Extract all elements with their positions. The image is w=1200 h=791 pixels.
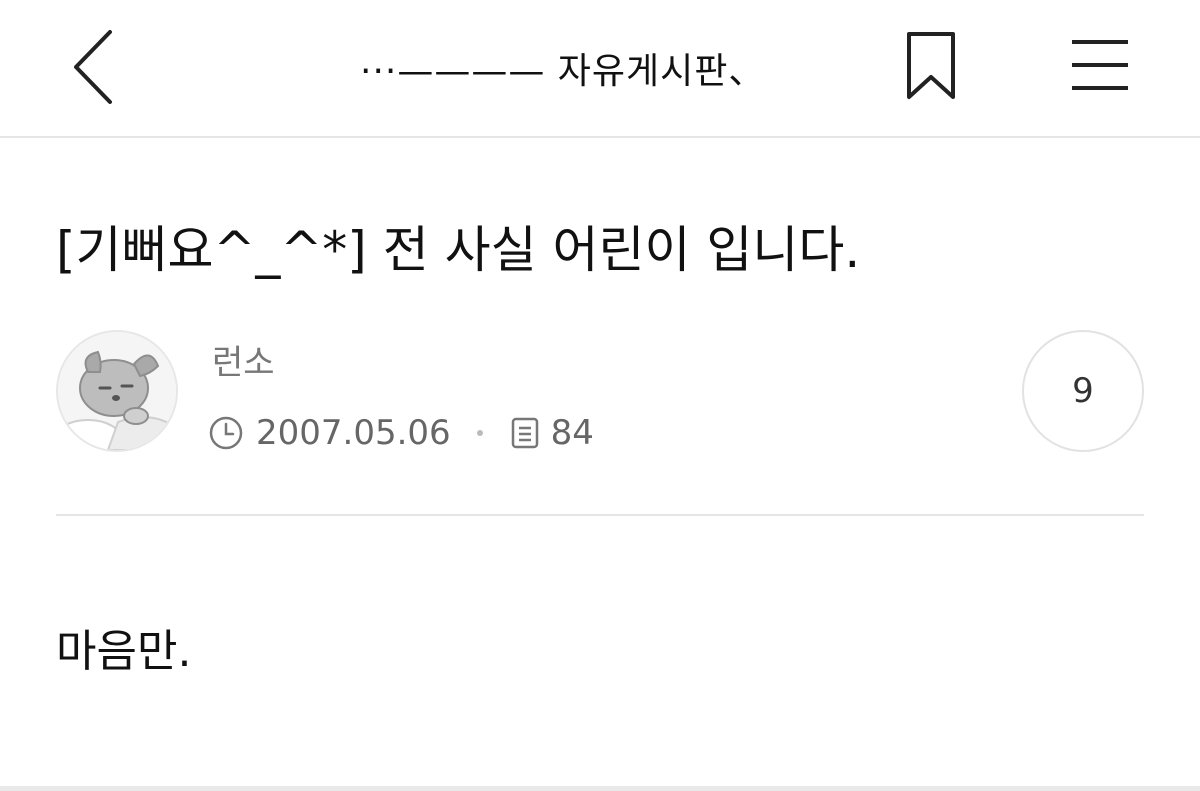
bottom-edge — [0, 786, 1200, 791]
view-count: 84 — [550, 413, 594, 453]
clock-icon — [208, 415, 244, 451]
avatar-dog-illustration — [58, 332, 176, 450]
menu-button[interactable] — [1062, 32, 1138, 98]
bookmark-icon — [907, 32, 955, 99]
post-meta: 2007.05.06 84 — [208, 408, 594, 458]
top-app-bar: ···———— 자유게시판、 — [0, 0, 1200, 138]
chevron-left-icon — [74, 30, 112, 104]
post-date: 2007.05.06 — [256, 413, 451, 453]
document-icon — [509, 416, 541, 450]
post-title: [기뻐요^_^*] 전 사실 어린이 입니다. — [56, 221, 861, 279]
meta-separator-dot — [476, 430, 483, 436]
post-body: 마음만. — [56, 626, 192, 677]
content-divider — [56, 514, 1144, 516]
author-name[interactable]: 런소 — [212, 338, 275, 388]
hamburger-menu-icon — [1072, 40, 1128, 90]
bookmark-button[interactable] — [898, 28, 964, 104]
comment-count: 9 — [1072, 371, 1094, 411]
avatar[interactable] — [56, 330, 178, 452]
back-button[interactable] — [60, 22, 130, 112]
comment-count-button[interactable]: 9 — [1022, 330, 1144, 452]
board-name[interactable]: ···———— 자유게시판、 — [360, 46, 840, 98]
